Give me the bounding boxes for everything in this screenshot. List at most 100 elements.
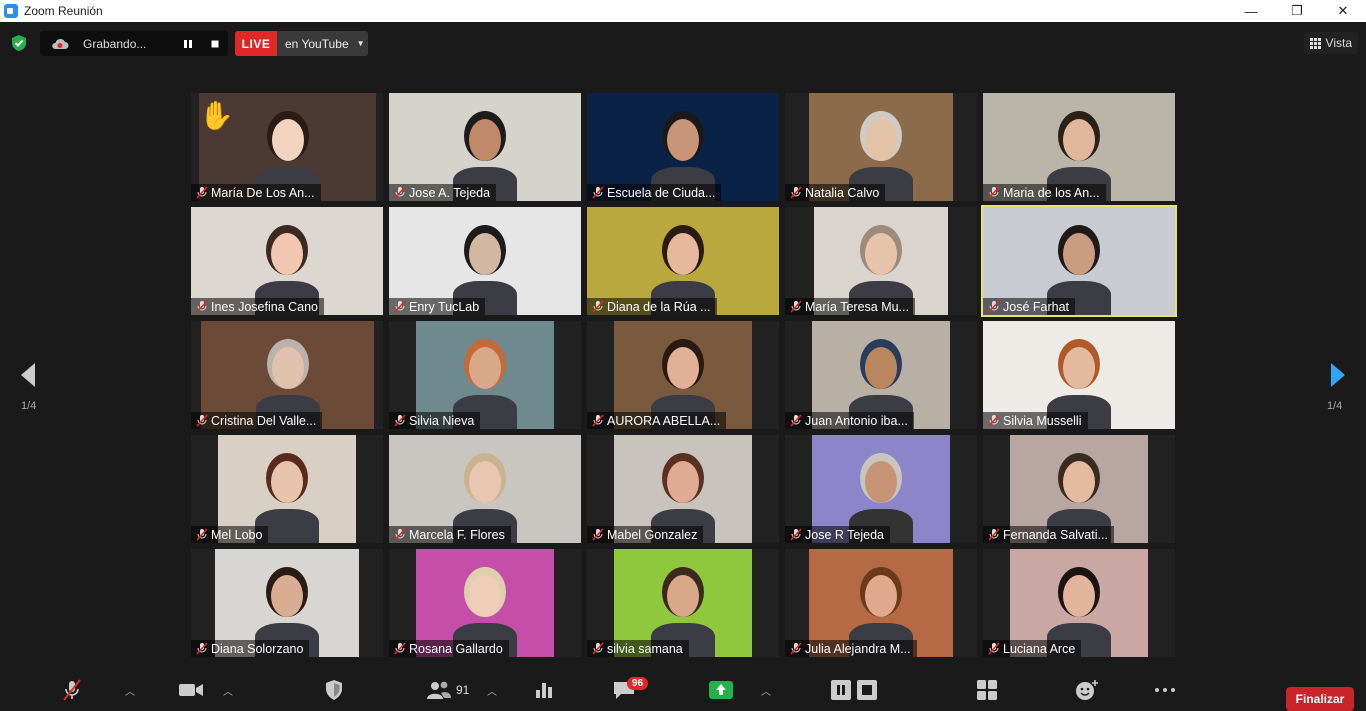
more-button[interactable] [1154,675,1176,705]
participant-face [865,575,897,617]
participant-tile[interactable]: Diana de la Rúa ... [587,207,779,315]
previous-page-arrow-icon[interactable] [19,362,37,388]
poll-icon [536,683,552,698]
participant-name: Jose A. Tejeda [409,185,491,200]
stop-recording-toolbar-button[interactable] [857,675,877,705]
restore-button[interactable]: ❐ [1274,0,1320,22]
participant-tile[interactable]: Fernanda Salvati... [983,435,1175,543]
minimize-button[interactable]: — [1228,0,1274,22]
participant-tile[interactable]: Silvia Nieva [389,321,581,429]
participant-tile[interactable]: Natalia Calvo [785,93,977,201]
unmute-button[interactable] [60,675,84,705]
participant-name: Maria de los An... [1003,185,1100,200]
participant-tile[interactable]: Maria de los An... [983,93,1175,201]
share-screen-button[interactable] [709,675,733,705]
participant-tile[interactable]: AURORA ABELLA... [587,321,779,429]
participant-tile[interactable]: Julia Alejandra M... [785,549,977,657]
end-meeting-button[interactable]: Finalizar [1286,687,1354,711]
participant-tile[interactable]: Jose R Tejeda [785,435,977,543]
mic-muted-icon [394,414,406,427]
window-title: Zoom Reunión [24,4,103,18]
share-screen-icon [709,681,733,699]
participant-tile[interactable]: Cristina Del Valle... [191,321,383,429]
stop-recording-button[interactable] [204,31,226,56]
participants-icon [427,681,451,699]
security-icon [326,680,342,700]
participant-face [1063,347,1095,389]
participant-name: Rosana Gallardo [409,641,503,656]
participant-face [1063,119,1095,161]
participant-face [271,233,303,275]
participant-name-bar: Ines Josefina Cano [191,298,325,315]
participant-name: Julia Alejandra M... [805,641,911,656]
raised-hand-icon: ✋ [199,100,234,131]
mic-muted-icon [394,642,406,655]
participant-tile[interactable]: Enry TucLab [389,207,581,315]
participant-name: AURORA ABELLA... [607,413,721,428]
mic-muted-icon [988,642,1000,655]
participant-face [271,461,303,503]
video-options-chevron-icon[interactable]: ︿ [223,683,233,698]
encryption-shield-icon[interactable] [10,34,28,52]
recording-label: Grabando... [83,36,147,51]
mic-muted-icon [394,186,406,199]
participant-tile[interactable]: Silvia Musselli [983,321,1175,429]
participant-name: María De Los An... [211,185,315,200]
participant-face [667,347,699,389]
mic-muted-icon [592,414,604,427]
participant-name: Luciana Arce [1003,641,1076,656]
participant-name: Diana Solorzano [211,641,304,656]
participant-tile[interactable]: silvia samana [587,549,779,657]
participant-name: José Farhat [1003,299,1070,314]
stop-video-button[interactable] [178,675,204,705]
participant-tile[interactable]: Juan Antonio iba... [785,321,977,429]
participant-name-bar: Luciana Arce [983,640,1082,657]
participant-tile[interactable]: Escuela de Ciuda... [587,93,779,201]
security-button[interactable] [324,675,344,705]
mic-muted-icon [592,186,604,199]
audio-options-chevron-icon[interactable]: ︿ [125,683,135,698]
participant-face [865,347,897,389]
participant-tile[interactable]: María Teresa Mu... [785,207,977,315]
share-options-chevron-icon[interactable]: ︿ [761,683,771,698]
participant-tile[interactable]: ✋ María De Los An... [191,93,383,201]
close-button[interactable]: ✕ [1320,0,1366,22]
stop-icon [211,40,219,47]
live-stream-dropdown[interactable]: en YouTube ▼ [277,31,368,56]
participant-tile[interactable]: José Farhat [981,205,1177,317]
participant-tile[interactable]: Ines Josefina Cano [191,207,383,315]
participant-tile[interactable]: Mabel Gonzalez [587,435,779,543]
participant-name-bar: María Teresa Mu... [785,298,915,315]
participant-tile[interactable]: Luciana Arce [983,549,1175,657]
mic-muted-icon [592,642,604,655]
pause-recording-button[interactable] [177,31,199,56]
participant-tile[interactable]: Jose A. Tejeda [389,93,581,201]
participant-tile[interactable]: Diana Solorzano [191,549,383,657]
live-badge: LIVE [235,31,277,56]
next-page-arrow-icon[interactable] [1329,362,1347,388]
participant-name-bar: Escuela de Ciuda... [587,184,722,201]
polls-button[interactable] [535,675,553,705]
stop-recording-icon [857,680,877,700]
participant-tile[interactable]: Mel Lobo [191,435,383,543]
reactions-button[interactable] [1075,675,1099,705]
participant-tile[interactable]: Rosana Gallardo [389,549,581,657]
participants-options-chevron-icon[interactable]: ︿ [487,683,497,698]
participants-button[interactable]: 91 [426,675,469,705]
participant-face [469,461,501,503]
participant-face [271,347,304,389]
participant-name-bar: Cristina Del Valle... [191,412,323,429]
participant-tile[interactable]: Marcela F. Flores [389,435,581,543]
pause-recording-toolbar-button[interactable] [831,675,851,705]
window-titlebar: Zoom Reunión — ❐ ✕ [0,0,1366,22]
mic-muted-icon [196,414,208,427]
breakout-rooms-button[interactable] [976,675,998,705]
participant-face [667,233,699,275]
mic-muted-icon [988,186,1000,199]
view-button[interactable]: Vista [1303,32,1358,54]
participant-name-bar: Natalia Calvo [785,184,886,201]
gallery-view: ✋ María De Los An... Jose A. Tejeda Escuela… [191,93,1177,657]
participants-count: 91 [456,683,470,697]
mic-muted-icon [394,300,406,313]
participant-face [667,119,699,161]
